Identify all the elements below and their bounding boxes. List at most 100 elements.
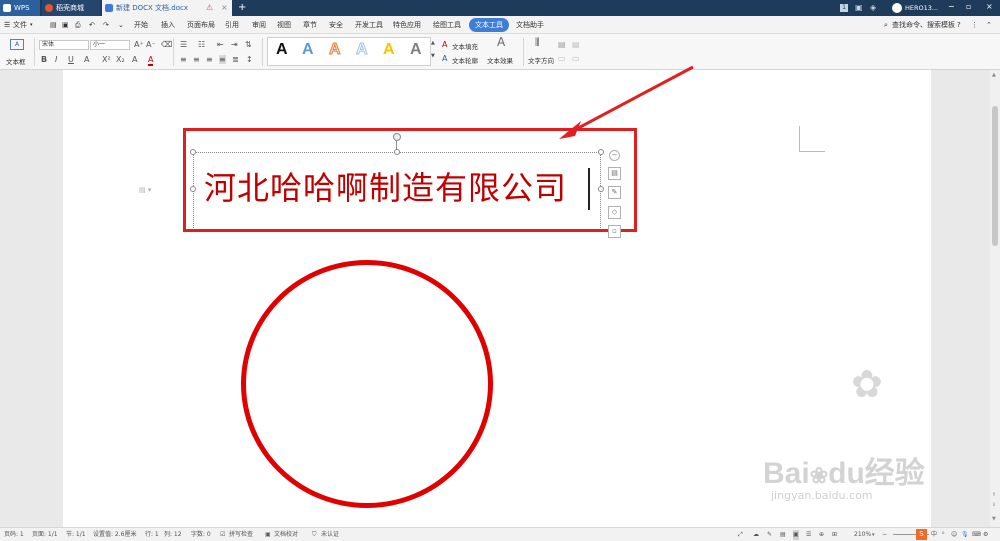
vertical-scrollbar[interactable]: ▲ ⇑ ⇓ ▼	[990, 70, 1000, 527]
status-row[interactable]: 行: 1	[145, 530, 159, 540]
lock-icon[interactable]: ◈	[870, 3, 876, 12]
menu-view[interactable]: 视图	[277, 18, 291, 32]
text-style-black[interactable]: A	[276, 40, 288, 60]
collapse-icon[interactable]: −	[609, 150, 620, 161]
edit-mode-icon[interactable]: ✎	[767, 530, 772, 540]
menu-text-tools[interactable]: 文本工具	[469, 18, 509, 32]
save-icon[interactable]: ▤	[50, 18, 57, 32]
italic-icon[interactable]: I	[55, 55, 57, 64]
document-text[interactable]: 河北哈哈啊制造有限公司	[204, 168, 567, 208]
print-preview-icon[interactable]: ▣	[62, 18, 69, 32]
sort-icon[interactable]: ⇅	[245, 40, 252, 49]
outdent-icon[interactable]: ⇤	[217, 40, 224, 49]
text-effect-label[interactable]: 文本效果	[487, 55, 513, 65]
collapse-ribbon-icon[interactable]: ⌃	[986, 18, 992, 32]
minimize-icon[interactable]: −	[948, 2, 955, 11]
red-circle-shape[interactable]	[241, 260, 493, 508]
menu-special[interactable]: 特色应用	[393, 18, 421, 32]
menu-doc-assistant[interactable]: 文档助手	[516, 18, 544, 32]
gallery-scroll-up-icon[interactable]: ▲	[431, 39, 435, 48]
focus-view-icon[interactable]: ⊞	[832, 530, 837, 540]
pen-icon[interactable]: ✎	[608, 186, 621, 199]
gallery-more-icon[interactable]: ▼	[431, 52, 435, 61]
text-style-orange-outline[interactable]: A	[329, 40, 342, 60]
menu-page-layout[interactable]: 页面布局	[187, 18, 215, 32]
status-pages[interactable]: 页面: 1/1	[32, 530, 58, 540]
ime-voice-icon[interactable]: 🎙	[961, 530, 969, 540]
text-outline-label[interactable]: 文本轮廓	[452, 55, 478, 65]
status-word-count[interactable]: 字数: 0	[191, 530, 211, 540]
status-spell-check[interactable]: 拼写检查	[229, 530, 253, 540]
doc-check-icon[interactable]: ▣	[265, 530, 271, 540]
print-icon[interactable]: ⎙	[75, 18, 81, 32]
more-options-icon[interactable]: ▫	[608, 225, 621, 238]
tab-docer-store[interactable]: 稻壳商城	[42, 0, 100, 16]
textbox-link-icon[interactable]: ▤	[558, 40, 566, 49]
help-icon[interactable]: ?	[957, 18, 961, 32]
font-color-icon[interactable]: A	[148, 55, 154, 66]
page-up-icon[interactable]: ⇑	[992, 492, 996, 498]
tab-wps[interactable]: WPS	[0, 0, 40, 16]
page-down-icon[interactable]: ⇓	[992, 502, 996, 508]
line-spacing-icon[interactable]: ↕	[246, 55, 253, 64]
text-style-light-blue-outline[interactable]: A	[356, 40, 369, 60]
text-fill-icon[interactable]: A	[442, 40, 447, 49]
maximize-icon[interactable]: ▫	[966, 2, 971, 11]
undo-icon[interactable]: ↶	[89, 18, 95, 32]
web-view-icon[interactable]: ⊕	[819, 530, 824, 540]
increase-font-icon[interactable]: A⁺	[134, 40, 144, 49]
chevron-down-icon[interactable]: ▾	[872, 530, 875, 540]
menu-icon[interactable]: ☰	[4, 18, 10, 32]
scroll-down-icon[interactable]: ▼	[992, 516, 996, 522]
subscript-icon[interactable]: X₂	[116, 55, 125, 64]
page-view-icon[interactable]: ▣	[793, 530, 799, 540]
menu-insert[interactable]: 插入	[161, 18, 175, 32]
skin-icon[interactable]: ▣	[855, 3, 863, 12]
text-style-blue[interactable]: A	[302, 40, 314, 60]
indent-icon[interactable]: ⇥	[231, 40, 238, 49]
avatar[interactable]	[892, 3, 902, 13]
menu-review[interactable]: 审阅	[252, 18, 266, 32]
align-center-icon[interactable]: ≡	[193, 55, 200, 64]
text-style-gray[interactable]: A	[410, 40, 422, 60]
decrease-font-icon[interactable]: A⁻	[146, 40, 156, 49]
user-name[interactable]: HERO13...	[905, 4, 938, 12]
menu-drawing-tools[interactable]: 绘图工具	[433, 18, 461, 32]
textbox-label[interactable]: 文本框	[6, 56, 26, 66]
menu-reference[interactable]: 引用	[225, 18, 239, 32]
status-page-number[interactable]: 页码: 1	[4, 530, 24, 540]
text-effect-icon[interactable]: A	[497, 36, 505, 48]
char-border-icon[interactable]: A	[132, 55, 137, 64]
textbox-link2-icon[interactable]: ▤	[572, 40, 580, 49]
close-icon[interactable]: ×	[221, 0, 228, 16]
fit-width-icon[interactable]: ⤢	[738, 530, 743, 540]
new-tab-button[interactable]: +	[236, 0, 248, 16]
distributed-icon[interactable]: ≣	[232, 55, 239, 64]
ime-lang-icon[interactable]: 中	[931, 530, 937, 540]
ime-punct-icon[interactable]: ⁰	[942, 530, 944, 540]
status-section[interactable]: 节: 1/1	[66, 530, 86, 540]
outline-view-icon[interactable]: ☰	[806, 530, 811, 540]
customize-icon[interactable]: ⌄	[118, 18, 124, 32]
clear-format-icon[interactable]: ⌫	[161, 40, 172, 49]
justify-icon[interactable]: ≡	[219, 55, 226, 64]
fill-icon[interactable]: ◇	[608, 206, 621, 219]
ime-emoji-icon[interactable]: ☺	[951, 530, 957, 540]
text-outline-icon[interactable]: A	[442, 54, 447, 63]
spell-check-icon[interactable]: ☑	[220, 530, 225, 540]
redo-icon[interactable]: ↷	[103, 18, 109, 32]
textbox-break-icon[interactable]: ▭	[558, 54, 566, 63]
menu-home[interactable]: 开始	[134, 18, 148, 32]
text-fill-label[interactable]: 文本填充	[452, 41, 478, 51]
status-setting[interactable]: 设置值: 2.6厘米	[93, 530, 136, 540]
bullet-list-icon[interactable]: ☰	[180, 40, 187, 49]
menu-developer[interactable]: 开发工具	[355, 18, 383, 32]
textbox-break2-icon[interactable]: ▭	[572, 54, 580, 63]
more-icon[interactable]: ⋮	[971, 18, 978, 32]
ime-skin-icon[interactable]: ⚙	[983, 530, 988, 540]
sogou-ime-icon[interactable]: S	[916, 529, 927, 540]
layout-options-icon[interactable]: ▤	[608, 167, 621, 180]
underline-icon[interactable]: U	[68, 55, 74, 64]
window-close-icon[interactable]: ×	[986, 2, 993, 11]
menu-file[interactable]: 文件	[13, 18, 27, 32]
